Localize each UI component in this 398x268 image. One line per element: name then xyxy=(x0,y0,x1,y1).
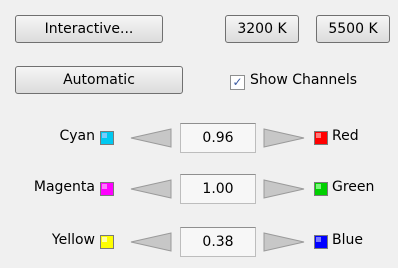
cyan-red-value[interactable]: 0.96 xyxy=(180,123,256,153)
magenta-swatch-icon xyxy=(100,182,114,196)
show-channels-checkbox[interactable]: ✓ xyxy=(230,75,245,90)
channel-row-yellow-blue: Yellow 0.38 Blue xyxy=(0,225,398,259)
decrease-arrow-icon[interactable] xyxy=(130,179,172,203)
increase-arrow-icon[interactable] xyxy=(263,179,305,203)
green-label: Green xyxy=(332,179,375,195)
5500k-button[interactable]: 5500 K xyxy=(316,15,390,43)
cyan-label: Cyan xyxy=(59,128,95,144)
interactive-button[interactable]: Interactive... xyxy=(15,15,163,43)
magenta-green-value[interactable]: 1.00 xyxy=(180,174,256,204)
channel-row-magenta-green: Magenta 1.00 Green xyxy=(0,172,398,206)
show-channels-label: Show Channels xyxy=(250,72,357,88)
yellow-label: Yellow xyxy=(51,232,95,248)
increase-arrow-icon[interactable] xyxy=(263,232,305,256)
blue-swatch-icon xyxy=(314,235,328,249)
cyan-swatch-icon xyxy=(100,131,114,145)
increase-arrow-icon[interactable] xyxy=(263,128,305,152)
yellow-swatch-icon xyxy=(100,235,114,249)
decrease-arrow-icon[interactable] xyxy=(130,232,172,256)
green-swatch-icon xyxy=(314,182,328,196)
magenta-label: Magenta xyxy=(33,179,95,195)
decrease-arrow-icon[interactable] xyxy=(130,128,172,152)
blue-label: Blue xyxy=(332,232,363,248)
red-label: Red xyxy=(332,128,359,144)
3200k-button[interactable]: 3200 K xyxy=(225,15,299,43)
yellow-blue-value[interactable]: 0.38 xyxy=(180,227,256,257)
red-swatch-icon xyxy=(314,131,328,145)
channel-row-cyan-red: Cyan 0.96 Red xyxy=(0,121,398,155)
automatic-button[interactable]: Automatic xyxy=(15,66,183,94)
